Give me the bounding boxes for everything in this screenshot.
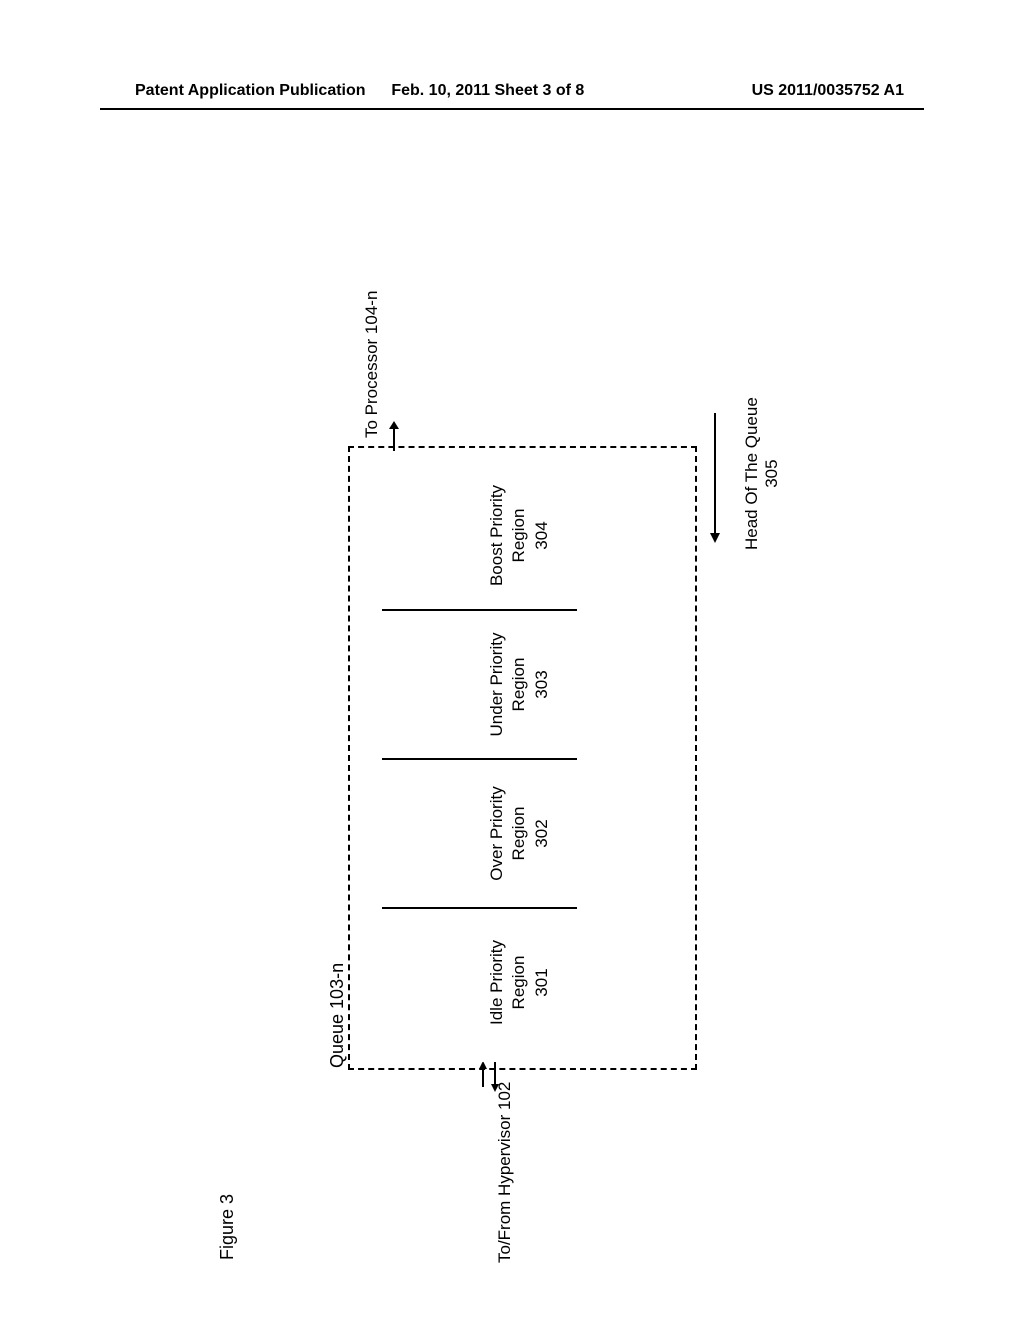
region-label: Region	[508, 956, 530, 1010]
region-label: Region	[508, 509, 530, 563]
queue-regions: Idle Priority Region 301 Over Priority R…	[382, 462, 577, 1056]
region-label: 302	[531, 819, 553, 847]
region-label: 303	[531, 670, 553, 698]
diagram-container: Figure 3 Queue 103-n Idle Priority Regio…	[212, 260, 812, 1060]
region-under: Under Priority Region 303	[382, 611, 577, 760]
region-label: Region	[508, 658, 530, 712]
region-label: Over Priority	[486, 786, 508, 880]
region-label: Idle Priority	[486, 940, 508, 1025]
arrow-processor-icon	[384, 421, 404, 451]
header-date-sheet: Feb. 10, 2011 Sheet 3 of 8	[391, 82, 647, 100]
region-label: 301	[531, 968, 553, 996]
region-idle: Idle Priority Region 301	[382, 909, 577, 1056]
header-rule	[100, 108, 924, 110]
head-label-line: Head Of The Queue	[742, 397, 761, 550]
processor-label: To Processor 104-n	[362, 291, 382, 438]
arrow-head-icon	[705, 413, 725, 543]
header-publication: Patent Application Publication	[135, 82, 391, 100]
region-over: Over Priority Region 302	[382, 760, 577, 909]
region-label: Boost Priority	[486, 485, 508, 586]
region-label: Under Priority	[486, 633, 508, 737]
region-label: 304	[531, 521, 553, 549]
figure-label: Figure 3	[217, 1194, 238, 1260]
queue-label: Queue 103-n	[327, 963, 348, 1068]
region-label: Region	[508, 807, 530, 861]
header-docnum: US 2011/0035752 A1	[648, 82, 904, 100]
head-of-queue-label: Head Of The Queue 305	[742, 397, 782, 550]
page-header: Patent Application Publication Feb. 10, …	[0, 82, 1024, 100]
region-boost: Boost Priority Region 304	[382, 462, 577, 611]
head-label-line: 305	[762, 459, 781, 487]
hypervisor-label: To/From Hypervisor 102	[495, 1082, 515, 1263]
